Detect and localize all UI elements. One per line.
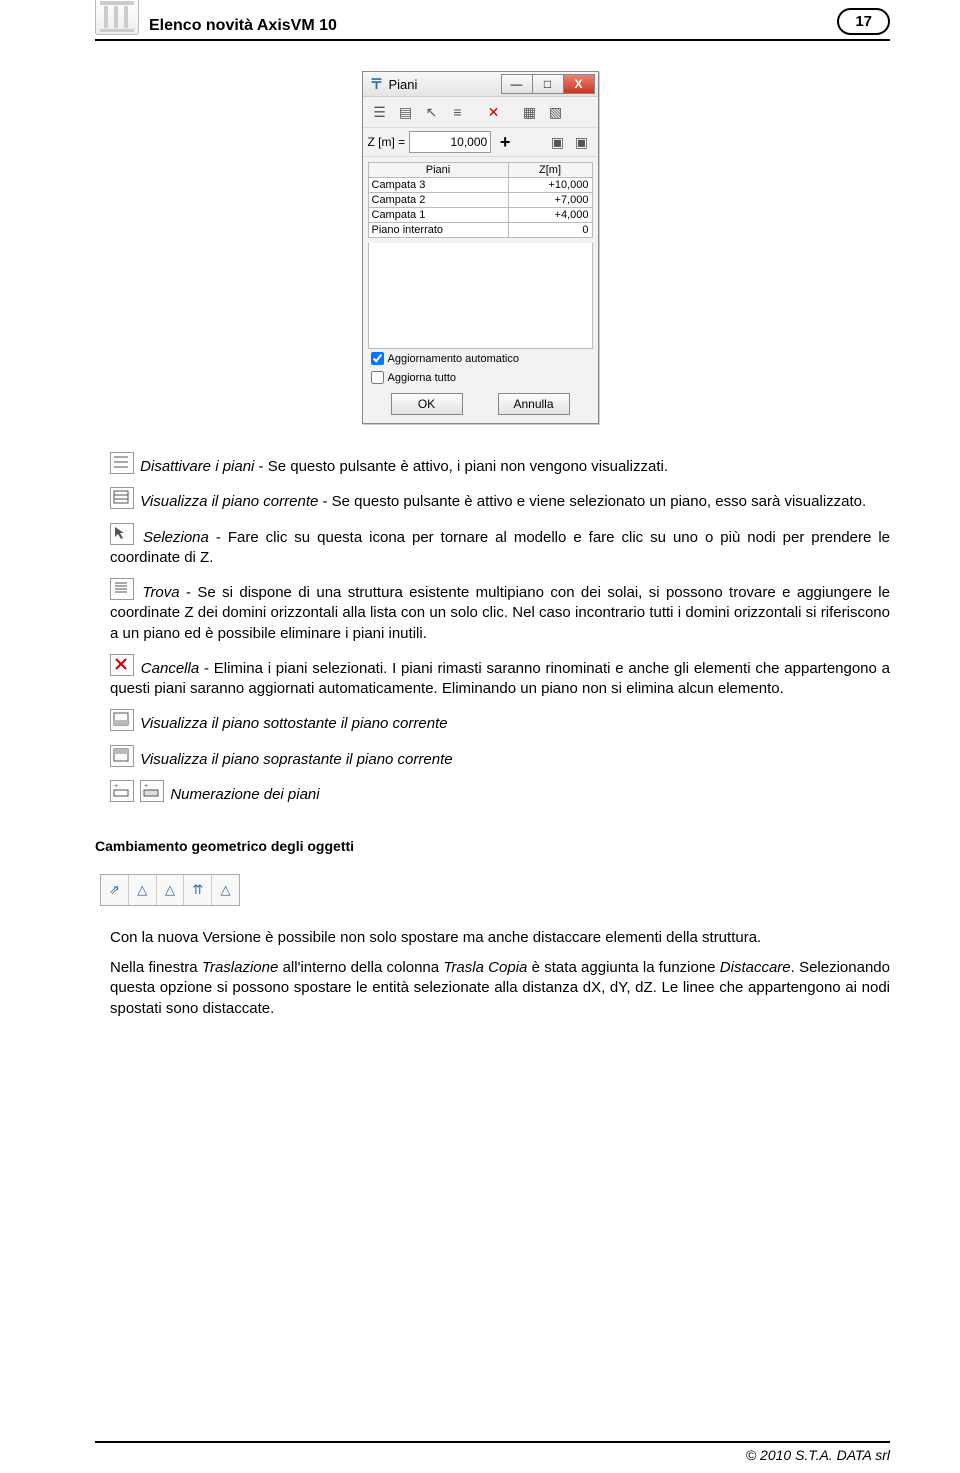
show-below-icon[interactable]: ▦ — [517, 100, 543, 124]
delete-icon — [110, 654, 134, 676]
para-above: Visualizza il piano soprastante il piano… — [110, 745, 890, 770]
geo-para-1: Con la nuova Versione è possibile non so… — [110, 928, 890, 948]
logo-icon — [95, 0, 139, 35]
table-row: Campata 1+4,000 — [368, 208, 592, 223]
dialog-buttons: OK Annulla — [363, 387, 598, 423]
update-all-checkbox[interactable] — [371, 371, 384, 384]
geo-tool-3[interactable]: △ — [157, 875, 185, 905]
auto-update-checkbox[interactable] — [371, 352, 384, 365]
find-icon — [110, 578, 134, 600]
dialog-icon: 〒 — [369, 76, 385, 92]
dialog-titlebar[interactable]: 〒 Piani — □ X — [363, 72, 598, 97]
maximize-button[interactable]: □ — [533, 74, 563, 94]
show-below-icon — [110, 709, 134, 731]
para-disable: Disattivare i piani - Se questo pulsante… — [110, 452, 890, 477]
piani-dialog: 〒 Piani — □ X ☰ ▤ ↖ ≡ ✕ ▦ ▧ Z [m] = + ▣ … — [362, 71, 599, 424]
show-floor-icon — [110, 487, 134, 509]
section-title-geometric: Cambiamento geometrico degli oggetti — [95, 837, 890, 856]
auto-update-label: Aggiornamento automatico — [388, 353, 519, 365]
col-piani: Piani — [368, 163, 508, 178]
col-z: Z[m] — [508, 163, 592, 178]
select-icon[interactable]: ↖ — [419, 100, 445, 124]
floors-table[interactable]: PianiZ[m] Campata 3+10,000 Campata 2+7,0… — [368, 162, 593, 238]
para-below: Visualizza il piano sottostante il piano… — [110, 709, 890, 734]
svg-text:+: + — [114, 783, 118, 790]
numbering-down-icon[interactable]: ▣ — [571, 132, 593, 152]
numbering-icon-1: + — [110, 780, 134, 802]
geo-tool-4[interactable]: ⇈ — [184, 875, 212, 905]
page-header: Elenco novità AxisVM 10 17 — [95, 0, 890, 41]
numbering-icon-2: + — [140, 780, 164, 802]
show-above-icon[interactable]: ▧ — [543, 100, 569, 124]
z-input[interactable] — [409, 131, 491, 153]
numbering-up-icon[interactable]: ▣ — [547, 132, 569, 152]
doc-title: Elenco novità AxisVM 10 — [149, 17, 337, 35]
add-floor-button[interactable]: + — [495, 132, 515, 152]
disable-floors-icon — [110, 452, 134, 474]
geo-tool-1[interactable]: ⇗ — [101, 875, 129, 905]
update-all-label: Aggiorna tutto — [388, 372, 457, 384]
para-numbering: + + Numerazione dei piani — [110, 780, 890, 805]
ok-button[interactable]: OK — [391, 393, 463, 415]
delete-icon[interactable]: ✕ — [481, 100, 507, 124]
dialog-toolbar: ☰ ▤ ↖ ≡ ✕ ▦ ▧ — [363, 97, 598, 128]
z-label: Z [m] = — [368, 135, 406, 149]
para-delete: Cancella - Elimina i piani selezionati. … — [110, 654, 890, 700]
auto-update-row[interactable]: Aggiornamento automatico — [363, 349, 598, 368]
para-find: Trova - Se si dispone di una struttura e… — [110, 578, 890, 644]
svg-text:+: + — [144, 783, 148, 790]
table-row: Piano interrato0 — [368, 223, 592, 238]
minimize-button[interactable]: — — [501, 74, 533, 94]
find-icon[interactable]: ≡ — [445, 100, 471, 124]
geo-tool-5[interactable]: △ — [212, 875, 239, 905]
table-row: Campata 2+7,000 — [368, 193, 592, 208]
update-all-row[interactable]: Aggiorna tutto — [363, 368, 598, 387]
table-empty-area — [368, 243, 593, 349]
disable-floors-icon[interactable]: ☰ — [367, 100, 393, 124]
page-number: 17 — [837, 8, 890, 35]
cancel-button[interactable]: Annulla — [498, 393, 570, 415]
body-content: Disattivare i piani - Se questo pulsante… — [110, 452, 890, 1019]
table-row: Campata 3+10,000 — [368, 178, 592, 193]
z-input-row: Z [m] = + ▣ ▣ — [363, 128, 598, 157]
geometric-change-toolbar: ⇗ △ △ ⇈ △ — [100, 874, 240, 906]
select-icon — [110, 523, 134, 545]
close-button[interactable]: X — [563, 74, 595, 94]
para-show-current: Visualizza il piano corrente - Se questo… — [110, 487, 890, 512]
para-select: Seleziona - Fare clic su questa icona pe… — [110, 523, 890, 569]
geo-para-2: Nella finestra Traslazione all'interno d… — [110, 958, 890, 1019]
page-footer: © 2010 S.T.A. DATA srl — [95, 1441, 890, 1463]
show-above-icon — [110, 745, 134, 767]
show-floor-icon[interactable]: ▤ — [393, 100, 419, 124]
dialog-title: Piani — [389, 77, 418, 92]
geo-tool-2[interactable]: △ — [129, 875, 157, 905]
